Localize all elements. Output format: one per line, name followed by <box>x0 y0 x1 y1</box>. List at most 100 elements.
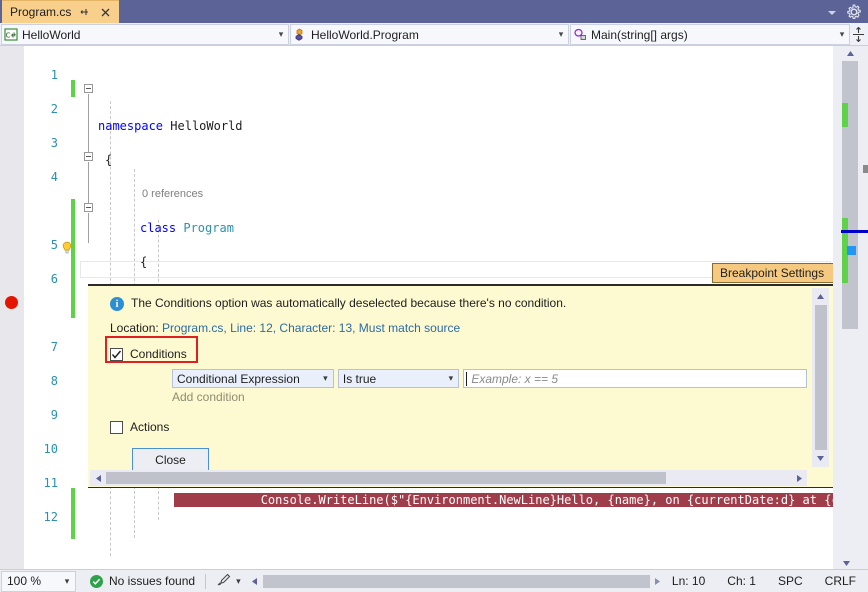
close-button-label: Close <box>155 453 186 467</box>
scroll-right-icon[interactable] <box>791 470 807 486</box>
line-number: 10 <box>24 441 58 458</box>
class-icon <box>291 28 309 41</box>
conditions-checkbox-row[interactable]: Conditions <box>110 347 807 361</box>
line-number: 9 <box>24 407 58 424</box>
condition-type-dropdown[interactable]: Conditional Expression ▾ <box>172 369 334 388</box>
panel-hscroll-thumb[interactable] <box>106 472 666 484</box>
scroll-left-icon[interactable] <box>247 573 263 589</box>
tab-strip: Program.cs <box>0 0 868 23</box>
line-indicator: Ln: 10 <box>672 574 705 588</box>
code-line[interactable]: 4 { <box>24 152 833 169</box>
conditions-checkbox[interactable] <box>110 348 123 361</box>
navbar-project-dropdown[interactable]: C# HelloWorld ▾ <box>1 24 289 45</box>
info-icon: i <box>110 297 124 311</box>
conditions-label: Conditions <box>130 347 187 361</box>
navbar-member-value: Main(string[] args) <box>589 28 835 42</box>
tab-strip-right-controls <box>824 0 866 23</box>
zoom-level-value: 100 % <box>7 574 59 588</box>
location-value[interactable]: Program.cs, Line: 12, Character: 13, Mus… <box>162 321 460 335</box>
status-horizontal-scrollbar[interactable] <box>247 573 666 589</box>
breakpoint-settings-tab-label: Breakpoint Settings <box>720 266 824 280</box>
status-hscroll-thumb[interactable] <box>263 575 650 588</box>
actions-checkbox-row[interactable]: Actions <box>110 420 807 434</box>
location-label: Location: <box>110 321 159 335</box>
gear-icon[interactable] <box>846 4 862 20</box>
line-number: 12 <box>24 509 58 526</box>
info-message-text: The Conditions option was automatically … <box>131 296 566 310</box>
line-number: 7 <box>24 339 58 356</box>
method-private-icon <box>571 28 589 41</box>
chevron-down-icon[interactable]: ▾ <box>443 373 458 384</box>
text-caret <box>466 372 467 386</box>
document-tab-program-cs[interactable]: Program.cs <box>2 0 119 23</box>
condition-operator-dropdown[interactable]: Is true ▾ <box>338 369 459 388</box>
chevron-down-icon[interactable]: ▾ <box>318 373 333 384</box>
pin-icon[interactable] <box>77 7 92 18</box>
status-bar: 100 % ▾ No issues found ▾ Ln: 10 <box>0 569 868 592</box>
scroll-marker-caret <box>841 230 868 233</box>
issues-status[interactable]: No issues found <box>90 574 195 588</box>
code-line-text: Console.WriteLine($"{Environment.NewLine… <box>174 492 868 509</box>
chevron-down-icon[interactable]: ▾ <box>236 576 241 587</box>
scroll-marker-misc <box>863 165 868 173</box>
scroll-up-icon[interactable] <box>812 288 829 305</box>
scroll-down-icon[interactable] <box>833 554 868 569</box>
panel-vertical-scrollbar[interactable] <box>812 288 829 467</box>
info-message-row: i The Conditions option was automaticall… <box>110 296 807 311</box>
panel-horizontal-scrollbar[interactable] <box>90 470 807 486</box>
code-line[interactable]: 2 <box>24 84 833 101</box>
condition-expression-input[interactable]: Example: x == 5 <box>463 369 807 388</box>
add-condition-label: Add condition <box>172 390 245 404</box>
csharp-project-icon: C# <box>2 28 20 41</box>
zoom-level-dropdown[interactable]: 100 % ▾ <box>1 571 76 592</box>
code-line[interactable]: 1 <box>24 50 833 67</box>
line-number: 4 <box>24 169 58 186</box>
breakpoint-settings-content: i The Conditions option was automaticall… <box>88 286 807 469</box>
close-icon[interactable] <box>98 7 113 18</box>
panel-scroll-thumb[interactable] <box>815 305 827 450</box>
scroll-down-icon[interactable] <box>812 450 829 467</box>
split-window-icon[interactable] <box>850 23 867 45</box>
breakpoint-location: Location: Program.cs, Line: 12, Characte… <box>110 321 807 335</box>
lightbulb-icon[interactable] <box>60 241 74 255</box>
add-condition-link[interactable]: Add condition <box>172 390 807 404</box>
navbar-type-value: HelloWorld.Program <box>309 28 554 42</box>
scroll-up-icon[interactable] <box>841 46 859 61</box>
condition-operator-value: Is true <box>343 372 443 386</box>
code-line-text: { <box>105 152 112 169</box>
scroll-right-icon[interactable] <box>650 573 666 589</box>
brush-icon[interactable] <box>216 573 231 590</box>
scroll-marker-change <box>842 103 848 127</box>
line-number: 6 <box>24 271 58 288</box>
navbar-member-dropdown[interactable]: Main(string[] args) ▾ <box>570 24 850 45</box>
code-line-breakpoint[interactable]: 12 Console.WriteLine($"{Environment.NewL… <box>24 492 833 509</box>
editor-scroll-thumb[interactable] <box>842 61 858 329</box>
close-button[interactable]: Close <box>132 448 209 471</box>
codelens-references[interactable]: 0 references <box>24 186 833 203</box>
svg-text:C#: C# <box>6 32 17 40</box>
code-line-text: class Program <box>140 220 234 237</box>
breakpoint-settings-panel: i The Conditions option was automaticall… <box>88 284 833 488</box>
chevron-down-icon[interactable]: ▾ <box>59 576 75 587</box>
line-number: 5 <box>24 237 58 254</box>
line-number: 11 <box>24 475 58 492</box>
tab-label: Program.cs <box>10 5 71 19</box>
line-number: 3 <box>24 135 58 152</box>
chevron-down-icon[interactable]: ▾ <box>554 30 568 39</box>
code-line[interactable]: 5 class Program <box>24 220 833 237</box>
chevron-down-icon[interactable] <box>824 4 840 20</box>
chevron-down-icon[interactable]: ▾ <box>274 30 288 39</box>
breakpoint-settings-tab[interactable]: Breakpoint Settings <box>712 263 852 283</box>
editor-vertical-scrollbar[interactable] <box>833 46 868 569</box>
issue-filter-control[interactable]: ▾ <box>216 573 241 590</box>
chevron-down-icon[interactable]: ▾ <box>835 30 849 39</box>
outline-collapse-method[interactable] <box>84 203 93 212</box>
scroll-left-icon[interactable] <box>90 470 106 486</box>
line-number: 8 <box>24 373 58 390</box>
actions-checkbox[interactable] <box>110 421 123 434</box>
status-separator <box>205 574 206 589</box>
navbar-type-dropdown[interactable]: HelloWorld.Program ▾ <box>290 24 569 45</box>
breakpoint-icon[interactable] <box>5 296 18 309</box>
code-line[interactable]: 3 namespace HelloWorld <box>24 118 833 135</box>
visual-studio-window: Program.cs C# Hello <box>0 0 868 592</box>
